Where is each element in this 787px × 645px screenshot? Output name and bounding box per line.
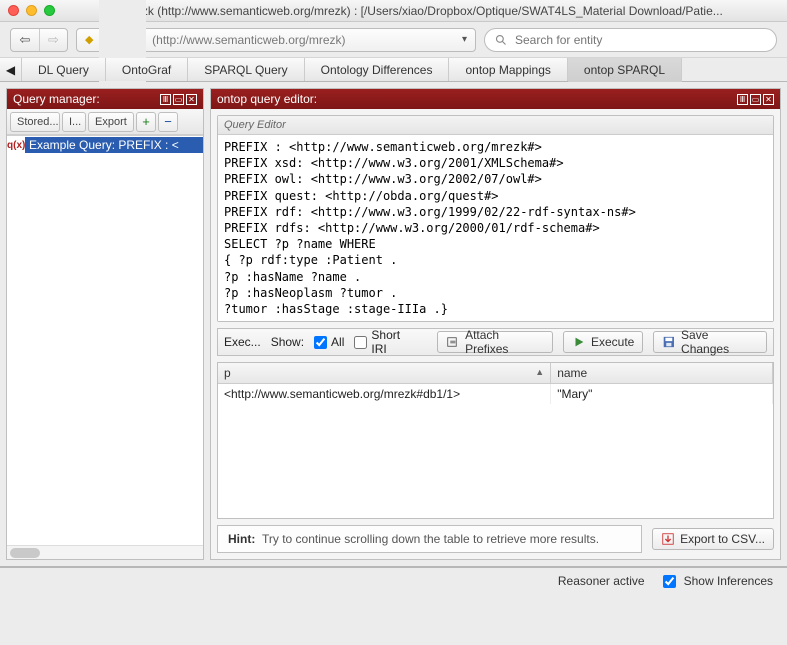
column-header-p[interactable]: p▲ [218,363,551,384]
ontology-icon: ◆ [85,33,93,46]
show-inferences-checkbox[interactable]: Show Inferences [663,574,773,588]
show-all-checkbox[interactable]: All [314,335,344,349]
toolbar: ⇦ ⇨ ◆ mrezk (http://www.semanticweb.org/… [0,22,787,58]
export-icon [661,532,675,546]
panel-split-button[interactable]: ▭ [173,94,184,105]
save-icon [662,335,676,349]
main-content: Query manager: Ⅲ ▭ ✕ Stored... I... Expo… [0,82,787,566]
hint-text: Try to continue scrolling down the table… [262,532,599,546]
hint-box: Hint: Try to continue scrolling down the… [217,525,642,553]
table-row[interactable]: <http://www.semanticweb.org/mrezk#db1/1>… [218,384,773,405]
remove-query-button[interactable]: − [158,112,178,132]
tab-dl-query[interactable]: DL Query [22,58,106,81]
traffic-lights [8,5,55,16]
query-editor-header: ontop query editor: Ⅲ ▭ ✕ [211,89,780,109]
save-changes-button[interactable]: Save Changes [653,331,767,353]
results-grid: p▲ name <http://www.semanticweb.org/mrez… [218,363,773,404]
panel-views-button[interactable]: Ⅲ [737,94,748,105]
tab-ontop-sparql[interactable]: ontop SPARQL [568,58,682,82]
tab-ontograf[interactable]: OntoGraf [106,58,188,81]
view-tabs: ◀ DL Query OntoGraf SPARQL Query Ontolog… [0,58,787,82]
entity-search[interactable] [484,28,777,52]
status-bar: Reasoner active Show Inferences [0,566,787,594]
ontology-iri-selector[interactable]: ◆ mrezk (http://www.semanticweb.org/mrez… [76,28,476,52]
tab-ontology-differences[interactable]: Ontology Differences [305,58,450,81]
results-table[interactable]: p▲ name <http://www.semanticweb.org/mrez… [217,362,774,519]
ontology-iri: (http://www.semanticweb.org/mrezk) [152,33,345,47]
query-editor-label: Query Editor [218,116,773,135]
sort-indicator: ▲ [535,367,544,377]
short-iri-input[interactable] [354,336,367,349]
query-manager-title: Query manager: [13,92,160,106]
short-iri-checkbox[interactable]: Short IRI [354,328,417,356]
add-query-button[interactable]: + [136,112,156,132]
scrollbar-thumb[interactable] [10,548,40,558]
panel-views-button[interactable]: Ⅲ [160,94,171,105]
query-editor-box: Query Editor PREFIX : <http://www.semant… [217,115,774,322]
export-button[interactable]: Export [88,112,134,132]
query-manager-header: Query manager: Ⅲ ▭ ✕ [7,89,203,109]
stored-query-list[interactable]: q(x) Example Query: PREFIX : < [7,135,203,559]
nav-history-buttons: ⇦ ⇨ [10,28,68,52]
panel-window-controls: Ⅲ ▭ ✕ [160,94,197,105]
cell-p: <http://www.semanticweb.org/mrezk#db1/1> [218,384,551,405]
tab-sparql-query[interactable]: SPARQL Query [188,58,304,81]
panel-close-button[interactable]: ✕ [186,94,197,105]
nav-back-button[interactable]: ⇦ [11,29,39,51]
attach-icon [446,335,460,349]
chevron-down-icon: ▾ [462,34,467,45]
query-editor-title: ontop query editor: [217,92,737,106]
stored-query-label: Example Query: PREFIX : < [25,137,203,153]
horizontal-scrollbar[interactable] [7,545,203,559]
tab-ontop-mappings[interactable]: ontop Mappings [449,58,567,81]
sparql-editor[interactable]: PREFIX : <http://www.semanticweb.org/mre… [218,135,773,321]
show-inferences-input[interactable] [663,575,676,588]
query-manager-toolbar: Stored... I... Export + − [7,109,203,135]
zoom-window-button[interactable] [44,5,55,16]
window-title: mrezk (http://www.semanticweb.org/mrezk)… [65,4,779,18]
panel-split-button[interactable]: ▭ [750,94,761,105]
hint-row: Hint: Try to continue scrolling down the… [217,525,774,553]
reasoner-status: Reasoner active [558,574,645,588]
query-manager-panel: Query manager: Ⅲ ▭ ✕ Stored... I... Expo… [6,88,204,560]
query-icon: q(x) [7,140,25,151]
cell-name: "Mary" [551,384,773,405]
entity-search-input[interactable] [513,32,766,48]
column-header-name[interactable]: name [551,363,773,384]
hint-label: Hint: [228,532,255,546]
close-window-button[interactable] [8,5,19,16]
stored-query-item[interactable]: q(x) Example Query: PREFIX : < [7,136,203,154]
attach-prefixes-button[interactable]: Attach Prefixes [437,331,553,353]
minimize-window-button[interactable] [26,5,37,16]
export-csv-button[interactable]: Export to CSV... [652,528,774,550]
query-editor-panel: ontop query editor: Ⅲ ▭ ✕ Query Editor P… [210,88,781,560]
tab-scroll-left[interactable]: ◀ [0,58,22,81]
execute-button[interactable]: Execute [563,331,643,353]
show-label: Show: [271,335,304,349]
play-icon [572,335,586,349]
results-empty-area [218,404,773,518]
panel-close-button[interactable]: ✕ [763,94,774,105]
search-icon [495,34,507,46]
execution-toolbar: Exec... Show: All Short IRI Attach Prefi… [217,328,774,356]
panel-window-controls: Ⅲ ▭ ✕ [737,94,774,105]
stored-queries-button[interactable]: Stored... [10,112,60,132]
show-all-input[interactable] [314,336,327,349]
nav-forward-button[interactable]: ⇨ [39,29,67,51]
import-button[interactable]: I... [62,112,86,132]
exec-label: Exec... [224,335,261,349]
